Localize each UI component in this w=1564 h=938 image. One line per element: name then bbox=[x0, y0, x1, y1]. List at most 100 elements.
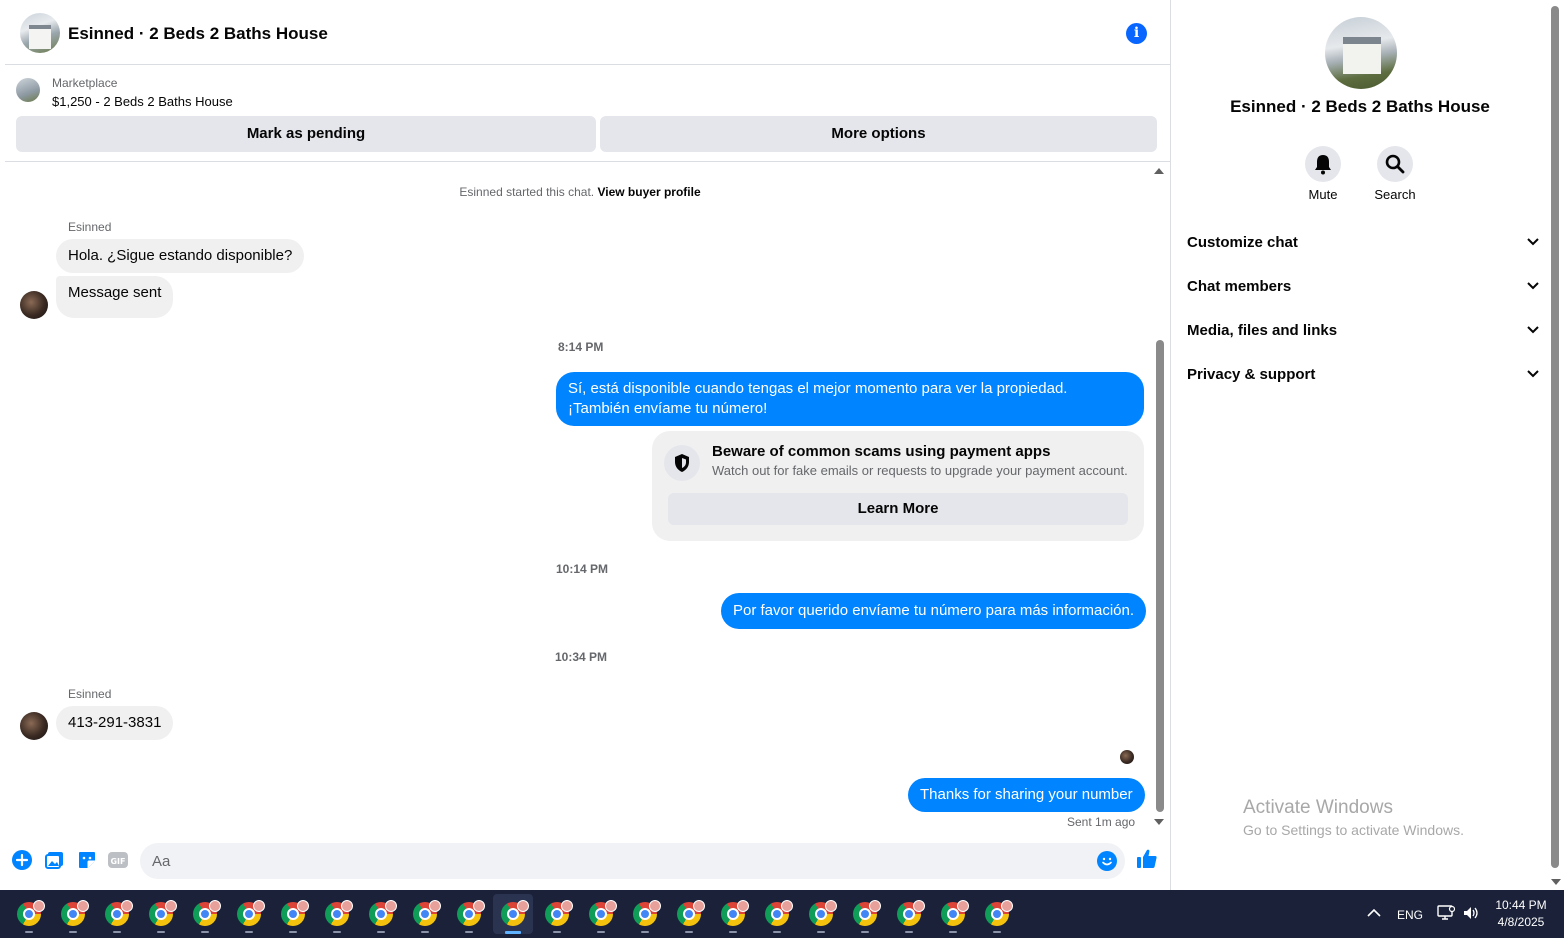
chat-scroll-thumb[interactable] bbox=[1156, 340, 1164, 812]
profile-badge-icon bbox=[385, 900, 397, 912]
emoji-icon[interactable] bbox=[1097, 851, 1117, 871]
profile-badge-icon bbox=[605, 900, 617, 912]
search-icon[interactable] bbox=[1377, 146, 1413, 182]
message-list: Esinned started this chat. View buyer pr… bbox=[5, 163, 1155, 835]
profile-badge-icon bbox=[33, 900, 45, 912]
chat-members-section[interactable]: Chat members bbox=[1187, 270, 1539, 306]
profile-badge-icon bbox=[913, 900, 925, 912]
profile-badge-icon bbox=[649, 900, 661, 912]
language-indicator[interactable]: ENG bbox=[1397, 908, 1423, 922]
activate-windows-watermark: Activate Windows Go to Settings to activ… bbox=[1243, 797, 1464, 838]
outgoing-message[interactable]: Por favor querido envíame tu número para… bbox=[721, 593, 1147, 629]
read-receipt-avatar bbox=[1120, 750, 1134, 764]
message-input[interactable] bbox=[140, 843, 1125, 879]
taskbar-chrome-app[interactable] bbox=[801, 894, 841, 934]
taskbar-chrome-app[interactable] bbox=[977, 894, 1017, 934]
running-indicator bbox=[289, 931, 297, 933]
info-icon[interactable]: i bbox=[1126, 23, 1147, 44]
section-label: Privacy & support bbox=[1187, 366, 1316, 383]
taskbar-chrome-app[interactable] bbox=[493, 894, 533, 934]
clock-time[interactable]: 10:44 PM bbox=[1490, 898, 1552, 912]
running-indicator bbox=[905, 931, 913, 933]
taskbar-chrome-app[interactable] bbox=[845, 894, 885, 934]
taskbar-chrome-app[interactable] bbox=[53, 894, 93, 934]
section-label: Media, files and links bbox=[1187, 322, 1338, 339]
bell-icon[interactable] bbox=[1305, 146, 1341, 182]
taskbar-chrome-app[interactable] bbox=[713, 894, 753, 934]
profile-badge-icon bbox=[693, 900, 705, 912]
chat-header: Esinned · 2 Beds 2 Baths House i bbox=[5, 1, 1170, 65]
listing-profile-photo[interactable] bbox=[1325, 17, 1397, 89]
running-indicator bbox=[333, 931, 341, 933]
profile-badge-icon bbox=[297, 900, 309, 912]
taskbar-chrome-app[interactable] bbox=[889, 894, 929, 934]
clock-date[interactable]: 4/8/2025 bbox=[1490, 915, 1552, 929]
photo-icon[interactable] bbox=[45, 850, 65, 870]
taskbar-chrome-app[interactable] bbox=[9, 894, 49, 934]
privacy-support-section[interactable]: Privacy & support bbox=[1187, 358, 1539, 394]
outgoing-message[interactable]: Thanks for sharing your number bbox=[908, 778, 1145, 812]
taskbar-chrome-app[interactable] bbox=[229, 894, 269, 934]
running-indicator bbox=[113, 931, 121, 933]
gif-icon[interactable]: GIF bbox=[108, 850, 128, 870]
outgoing-message[interactable]: Sí, está disponible cuando tengas el mej… bbox=[556, 372, 1144, 426]
chat-started-text: Esinned started this chat. bbox=[459, 185, 595, 199]
listing-thumbnail[interactable] bbox=[16, 78, 40, 102]
taskbar-chrome-app[interactable] bbox=[273, 894, 313, 934]
taskbar-chrome-app[interactable] bbox=[933, 894, 973, 934]
more-options-button[interactable]: More options bbox=[600, 116, 1157, 152]
chat-started-notice: Esinned started this chat. View buyer pr… bbox=[5, 185, 1155, 199]
mark-as-pending-button[interactable]: Mark as pending bbox=[16, 116, 596, 152]
incoming-message[interactable]: Message sent bbox=[56, 276, 174, 318]
profile-badge-icon bbox=[77, 900, 89, 912]
taskbar-chrome-app[interactable] bbox=[361, 894, 401, 934]
sticker-icon[interactable] bbox=[77, 850, 97, 870]
running-indicator bbox=[505, 931, 521, 934]
listing-title[interactable]: $1,250 - 2 Beds 2 Baths House bbox=[52, 94, 233, 109]
profile-badge-icon bbox=[869, 900, 881, 912]
plus-icon[interactable] bbox=[12, 850, 32, 870]
taskbar-chrome-app[interactable] bbox=[141, 894, 181, 934]
network-icon[interactable] bbox=[1437, 905, 1455, 921]
profile-badge-icon bbox=[517, 900, 529, 912]
taskbar-chrome-app[interactable] bbox=[405, 894, 445, 934]
taskbar-chrome-app[interactable] bbox=[317, 894, 357, 934]
scam-warning-body: Watch out for fake emails or requests to… bbox=[712, 463, 1128, 478]
taskbar-chrome-app[interactable] bbox=[185, 894, 225, 934]
running-indicator bbox=[993, 931, 1001, 933]
volume-icon[interactable] bbox=[1462, 905, 1480, 921]
chevron-down-icon bbox=[1527, 282, 1539, 290]
shield-icon bbox=[664, 445, 700, 481]
taskbar-chrome-app[interactable] bbox=[625, 894, 665, 934]
page-scroll-down-arrow[interactable] bbox=[1551, 879, 1561, 885]
incoming-message[interactable]: 413-291-3831 bbox=[56, 706, 174, 740]
taskbar-chrome-app[interactable] bbox=[581, 894, 621, 934]
sender-avatar[interactable] bbox=[20, 712, 48, 740]
profile-badge-icon bbox=[429, 900, 441, 912]
watermark-title: Activate Windows bbox=[1243, 797, 1393, 818]
sender-avatar[interactable] bbox=[20, 291, 48, 319]
taskbar-chrome-app[interactable] bbox=[537, 894, 577, 934]
page-scroll-thumb[interactable] bbox=[1551, 6, 1559, 868]
scroll-up-arrow[interactable] bbox=[1154, 168, 1164, 174]
learn-more-button[interactable]: Learn More bbox=[668, 493, 1128, 525]
profile-badge-icon bbox=[121, 900, 133, 912]
customize-chat-section[interactable]: Customize chat bbox=[1187, 226, 1539, 262]
watermark-subtitle: Go to Settings to activate Windows. bbox=[1243, 822, 1464, 838]
scroll-down-arrow[interactable] bbox=[1154, 819, 1164, 825]
running-indicator bbox=[245, 931, 253, 933]
taskbar-chrome-app[interactable] bbox=[449, 894, 489, 934]
listing-avatar[interactable] bbox=[20, 13, 60, 53]
chat-title[interactable]: Esinned · 2 Beds 2 Baths House bbox=[68, 24, 328, 44]
taskbar-chrome-app[interactable] bbox=[669, 894, 709, 934]
chevron-up-icon[interactable] bbox=[1367, 908, 1381, 917]
thumbs-up-icon[interactable] bbox=[1136, 848, 1158, 870]
media-files-links-section[interactable]: Media, files and links bbox=[1187, 314, 1539, 350]
taskbar-chrome-app[interactable] bbox=[757, 894, 797, 934]
view-buyer-profile-link[interactable]: View buyer profile bbox=[597, 185, 700, 199]
listing-bar: Marketplace $1,250 - 2 Beds 2 Baths Hous… bbox=[5, 66, 1170, 162]
details-title: Esinned · 2 Beds 2 Baths House bbox=[1230, 97, 1490, 116]
taskbar-chrome-app[interactable] bbox=[97, 894, 137, 934]
search-label: Search bbox=[1374, 187, 1416, 202]
incoming-message[interactable]: Hola. ¿Sigue estando disponible? bbox=[56, 239, 305, 273]
